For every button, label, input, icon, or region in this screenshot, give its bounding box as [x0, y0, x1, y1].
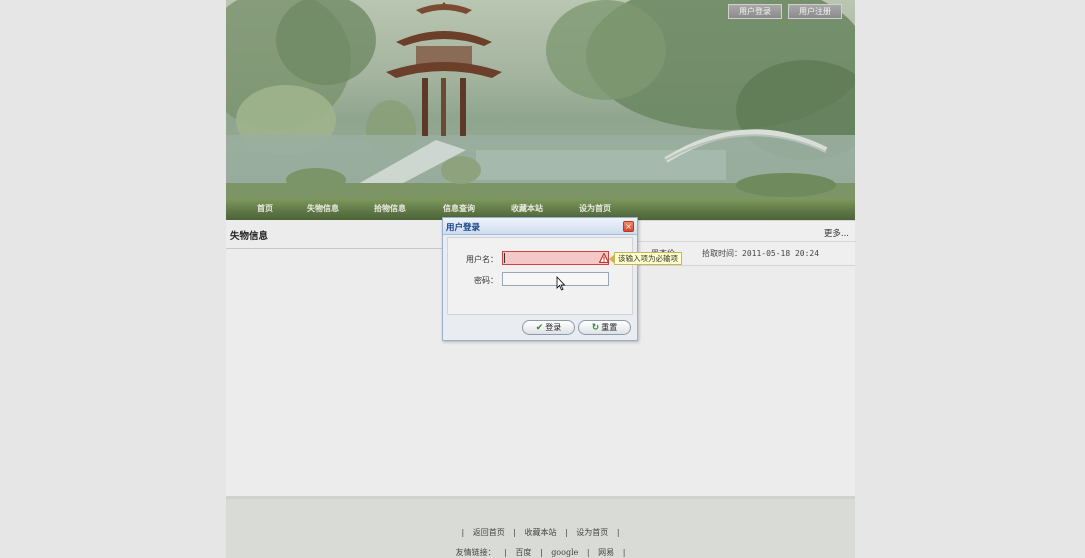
nav-item-search[interactable]: 信息查询 [443, 203, 475, 214]
panel-title: 失物信息 [230, 231, 269, 242]
refresh-icon: ↻ [591, 322, 600, 333]
nav-item-home[interactable]: 首页 [257, 203, 273, 214]
nav-item-set-homepage[interactable]: 设为首页 [579, 203, 611, 214]
separator: | [504, 548, 507, 557]
header-banner: 用户登录 用户注册 [226, 0, 855, 198]
check-icon: ✔ [535, 322, 544, 333]
divider [637, 241, 856, 242]
footer-link-home[interactable]: 返回首页 [473, 528, 505, 537]
dialog-footer: ✔ 登录 ↻ 重置 [443, 316, 637, 340]
banner-scenery [226, 0, 855, 198]
nav-item-lost-info[interactable]: 失物信息 [307, 203, 339, 214]
separator: | [616, 528, 620, 537]
separator: | [539, 548, 543, 557]
nav-item-bookmark[interactable]: 收藏本站 [511, 203, 543, 214]
mouse-pointer-icon [556, 276, 566, 291]
footer-link-bookmark[interactable]: 收藏本站 [525, 528, 557, 537]
friend-link-google[interactable]: google [551, 548, 578, 557]
friend-link-netease[interactable]: 网易 [598, 548, 614, 557]
more-link[interactable]: 更多... [824, 227, 849, 239]
nav-item-found-info[interactable]: 拾物信息 [374, 203, 406, 214]
dialog-body: 用户名： 密码： [447, 237, 633, 315]
friend-link-baidu[interactable]: 百度 [515, 548, 531, 557]
login-dialog: 用户登录 × 用户名： 密码： ✔ 登录 ↻ 重置 [442, 217, 638, 341]
close-icon[interactable]: × [623, 221, 634, 232]
submit-label: 登录 [545, 323, 562, 332]
warning-icon [599, 253, 609, 263]
register-button[interactable]: 用户注册 [788, 4, 842, 19]
username-input[interactable] [502, 251, 609, 265]
validation-tooltip: 该输入项为必输项 [614, 252, 682, 265]
submit-button[interactable]: ✔ 登录 [522, 320, 575, 335]
separator: | [565, 528, 568, 537]
separator: | [513, 528, 516, 537]
username-label: 用户名： [466, 255, 498, 264]
dialog-header[interactable]: 用户登录 × [443, 218, 637, 235]
password-label: 密码： [474, 276, 498, 285]
footer-link-set-homepage[interactable]: 设为首页 [576, 528, 608, 537]
lost-info-panel: 失物信息 [226, 222, 444, 249]
dialog-title: 用户登录 [446, 223, 481, 233]
text-caret [504, 253, 505, 263]
list-item-time: 拾取时间：2011-05-18 20:24 [702, 249, 820, 258]
separator: | [622, 548, 626, 557]
footer-links: | 返回首页 | 收藏本站 | 设为首页 | [226, 527, 855, 538]
reset-label: 重置 [601, 323, 618, 332]
separator: | [461, 528, 465, 537]
footer: | 返回首页 | 收藏本站 | 设为首页 | 友情链接： | 百度 | goog… [226, 496, 855, 558]
reset-button[interactable]: ↻ 重置 [578, 320, 631, 335]
separator: | [586, 548, 590, 557]
friend-links: 友情链接： | 百度 | google | 网易 | [226, 547, 855, 558]
friend-links-label: 友情链接： [455, 548, 496, 557]
login-button[interactable]: 用户登录 [728, 4, 782, 19]
